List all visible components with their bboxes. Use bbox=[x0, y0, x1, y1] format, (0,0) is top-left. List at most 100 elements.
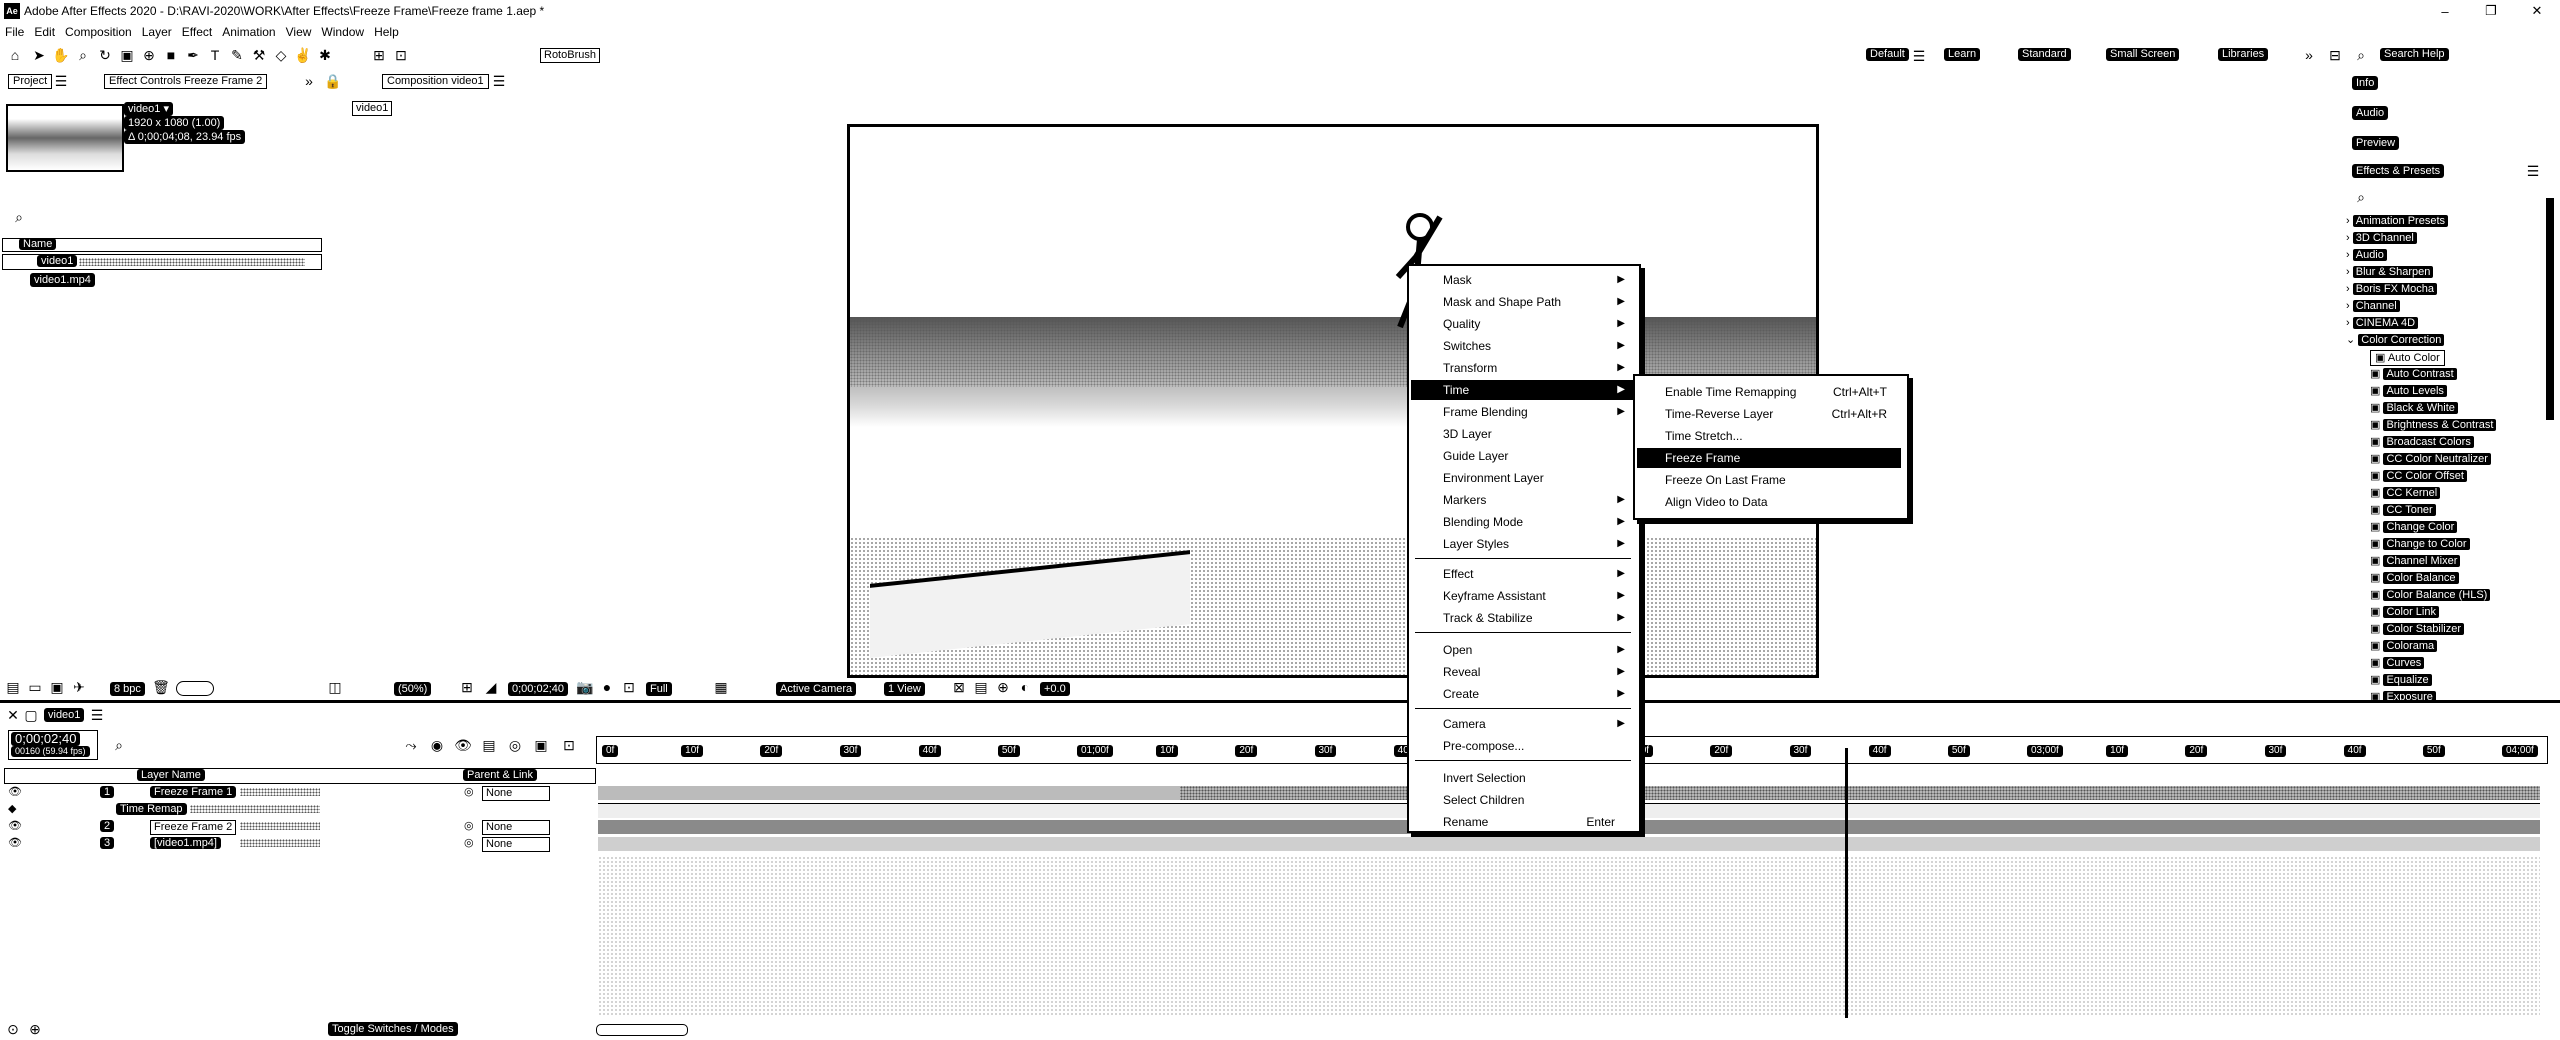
minimize-button[interactable]: – bbox=[2422, 0, 2468, 22]
magnification-dropdown[interactable]: (50%) bbox=[394, 682, 432, 696]
time-remap-property[interactable]: Time Remap bbox=[116, 803, 187, 815]
effect-auto-color[interactable]: ▣ Auto Color bbox=[2370, 350, 2445, 366]
search-icon[interactable]: ⌕ bbox=[2352, 46, 2370, 64]
menu-item-blending-mode[interactable]: Blending Mode ▶ bbox=[1411, 512, 1633, 532]
menu-item-keyframe-assistant[interactable]: Keyframe Assistant ▶ bbox=[1411, 586, 1633, 606]
category-cinema-4d[interactable]: › CINEMA 4D bbox=[2346, 316, 2419, 330]
sync-settings-icon[interactable]: ⊟ bbox=[2326, 46, 2344, 64]
effect-change-color[interactable]: ▣ Change Color bbox=[2370, 520, 2458, 534]
category-audio[interactable]: › Audio bbox=[2346, 248, 2387, 262]
effect-cc-color-offset[interactable]: ▣ CC Color Offset bbox=[2370, 469, 2467, 483]
layer-bar-freeze-frame-1-hold[interactable] bbox=[1180, 786, 2540, 800]
motion-blur-icon[interactable]: ◎ bbox=[506, 736, 524, 754]
submenu-item-freeze-frame[interactable]: Freeze Frame bbox=[1637, 448, 1901, 468]
current-time-display[interactable]: 0;00;02;40 00160 (59.94 fps) bbox=[8, 730, 98, 760]
camera-tool-icon[interactable]: ▣ bbox=[118, 46, 136, 64]
view-layout-dropdown[interactable]: 1 View bbox=[884, 682, 925, 696]
parent-pickwhip-icon[interactable]: ◎ bbox=[464, 784, 474, 801]
rotate-tool-icon[interactable]: ↻ bbox=[96, 46, 114, 64]
menu-composition[interactable]: Composition bbox=[60, 25, 137, 39]
workspace-libraries[interactable]: Libraries bbox=[2218, 48, 2269, 61]
workspace-small-screen[interactable]: Small Screen bbox=[2106, 48, 2180, 61]
category-boris-fx-mocha[interactable]: › Boris FX Mocha bbox=[2346, 282, 2437, 296]
parent-pickwhip-icon[interactable]: ◎ bbox=[464, 818, 474, 835]
parent-dropdown[interactable]: None bbox=[482, 786, 550, 801]
render-preview-icon[interactable]: ⊡ bbox=[560, 736, 578, 754]
keyframe-nav-icon[interactable]: ◆ bbox=[8, 801, 16, 818]
submenu-item-enable-time-remapping[interactable]: Enable Time Remapping Ctrl+Alt+T bbox=[1637, 382, 1901, 402]
workspace-learn[interactable]: Learn bbox=[1944, 48, 1981, 61]
menu-item-reveal[interactable]: Reveal ▶ bbox=[1411, 662, 1633, 682]
timeline-icon[interactable]: ▤ bbox=[972, 678, 990, 696]
roto-brush-toggle[interactable]: RotoBrush bbox=[540, 48, 600, 63]
timeline-menu-icon[interactable]: ☰ bbox=[88, 706, 106, 724]
info-panel-tab[interactable]: Info bbox=[2352, 76, 2379, 90]
workspace-standard[interactable]: Standard bbox=[2018, 48, 2071, 61]
submenu-item-freeze-on-last-frame[interactable]: Freeze On Last Frame bbox=[1637, 470, 1901, 490]
menu-item-layer-styles[interactable]: Layer Styles ▶ bbox=[1411, 534, 1633, 554]
parent-pickwhip-icon[interactable]: ◎ bbox=[464, 835, 474, 852]
effect-change-to-color[interactable]: ▣ Change to Color bbox=[2370, 537, 2470, 551]
local-axis-icon[interactable]: ⊞ bbox=[370, 46, 388, 64]
menu-item-invert-selection[interactable]: Invert Selection bbox=[1411, 768, 1633, 788]
bit-depth-badge[interactable]: 8 bpc bbox=[110, 682, 145, 696]
resolution-dropdown[interactable]: Full bbox=[646, 682, 672, 696]
effects-presets-panel-tab[interactable]: Effects & Presets bbox=[2352, 164, 2445, 178]
transparency-grid-icon[interactable]: ▦ bbox=[712, 678, 730, 696]
layer-name[interactable]: Freeze Frame 1 bbox=[150, 786, 237, 798]
menu-item-quality[interactable]: Quality ▶ bbox=[1411, 314, 1633, 334]
camera-dropdown[interactable]: Active Camera bbox=[776, 682, 857, 696]
layer-bar-video1[interactable] bbox=[598, 837, 2540, 851]
effect-color-link[interactable]: ▣ Color Link bbox=[2370, 605, 2439, 619]
close-button[interactable]: ✕ bbox=[2514, 0, 2560, 22]
menu-item-mask-and-shape-path[interactable]: Mask and Shape Path ▶ bbox=[1411, 292, 1633, 312]
effect-cc-kernel[interactable]: ▣ CC Kernel bbox=[2370, 486, 2441, 500]
category-animation-presets[interactable]: › Animation Presets bbox=[2346, 214, 2448, 228]
composition-menu-icon[interactable]: ☰ bbox=[490, 72, 508, 90]
audio-panel-tab[interactable]: Audio bbox=[2352, 106, 2389, 120]
effect-colorama[interactable]: ▣ Colorama bbox=[2370, 639, 2438, 653]
category-blur-sharpen[interactable]: › Blur & Sharpen bbox=[2346, 265, 2434, 279]
world-axis-icon[interactable]: ⊡ bbox=[392, 46, 410, 64]
comp-mini-flowchart-icon[interactable]: ⤳ bbox=[402, 736, 420, 754]
menu-item-open[interactable]: Open ▶ bbox=[1411, 640, 1633, 660]
home-icon[interactable]: ⌂ bbox=[6, 46, 24, 64]
timeline-comp-tab[interactable]: video1 bbox=[44, 708, 85, 722]
menu-item-switches[interactable]: Switches ▶ bbox=[1411, 336, 1633, 356]
eraser-tool-icon[interactable]: ◇ bbox=[272, 46, 290, 64]
exposure-icon[interactable]: ◐ bbox=[1016, 678, 1034, 696]
visibility-eye-icon[interactable]: 👁 bbox=[8, 835, 22, 852]
menu-layer[interactable]: Layer bbox=[137, 25, 177, 39]
category-channel[interactable]: › Channel bbox=[2346, 299, 2400, 313]
menu-window[interactable]: Window bbox=[316, 25, 369, 39]
panel-overflow-icon[interactable]: » bbox=[300, 72, 318, 90]
menu-item-select-children[interactable]: Select Children bbox=[1411, 790, 1633, 810]
effect-auto-contrast[interactable]: ▣ Auto Contrast bbox=[2370, 367, 2457, 381]
layer-row[interactable]: 👁 2 Freeze Frame 2 ◎ None bbox=[0, 818, 590, 835]
selection-tool-icon[interactable]: ➤ bbox=[30, 46, 48, 64]
rectangle-tool-icon[interactable]: ■ bbox=[162, 46, 180, 64]
brush-tool-icon[interactable]: ✎ bbox=[228, 46, 246, 64]
new-comp-icon[interactable]: ▣ bbox=[48, 678, 66, 696]
project-item-comp[interactable]: video1 bbox=[37, 255, 78, 267]
layer-name[interactable]: [video1.mp4] bbox=[150, 837, 221, 849]
exposure-value[interactable]: +0.0 bbox=[1040, 682, 1070, 696]
effect-cc-color-neutralizer[interactable]: ▣ CC Color Neutralizer bbox=[2370, 452, 2491, 466]
timeline-search-icon[interactable]: ⌕ bbox=[110, 736, 128, 754]
menu-edit[interactable]: Edit bbox=[29, 25, 60, 39]
parent-link-header[interactable]: Parent & Link bbox=[463, 769, 538, 781]
menu-item-transform[interactable]: Transform ▶ bbox=[1411, 358, 1633, 378]
effect-brightness-contrast[interactable]: ▣ Brightness & Contrast bbox=[2370, 418, 2497, 432]
fast-previews-icon[interactable]: ⊠ bbox=[950, 678, 968, 696]
menu-help[interactable]: Help bbox=[369, 25, 404, 39]
menu-item-markers[interactable]: Markers ▶ bbox=[1411, 490, 1633, 510]
submenu-item-time-reverse-layer[interactable]: Time-Reverse Layer Ctrl+Alt+R bbox=[1637, 404, 1901, 424]
effect-cc-toner[interactable]: ▣ CC Toner bbox=[2370, 503, 2436, 517]
pan-behind-tool-icon[interactable]: ⊕ bbox=[140, 46, 158, 64]
workspace-menu-icon[interactable]: ☰ bbox=[1910, 47, 1928, 65]
flowchart-icon[interactable]: ⊕ bbox=[994, 678, 1012, 696]
effect-auto-levels[interactable]: ▣ Auto Levels bbox=[2370, 384, 2447, 398]
menu-item-frame-blending[interactable]: Frame Blending ▶ bbox=[1411, 402, 1633, 422]
preview-panel-tab[interactable]: Preview bbox=[2352, 136, 2400, 150]
menu-item-rename[interactable]: Rename Enter bbox=[1411, 812, 1633, 832]
